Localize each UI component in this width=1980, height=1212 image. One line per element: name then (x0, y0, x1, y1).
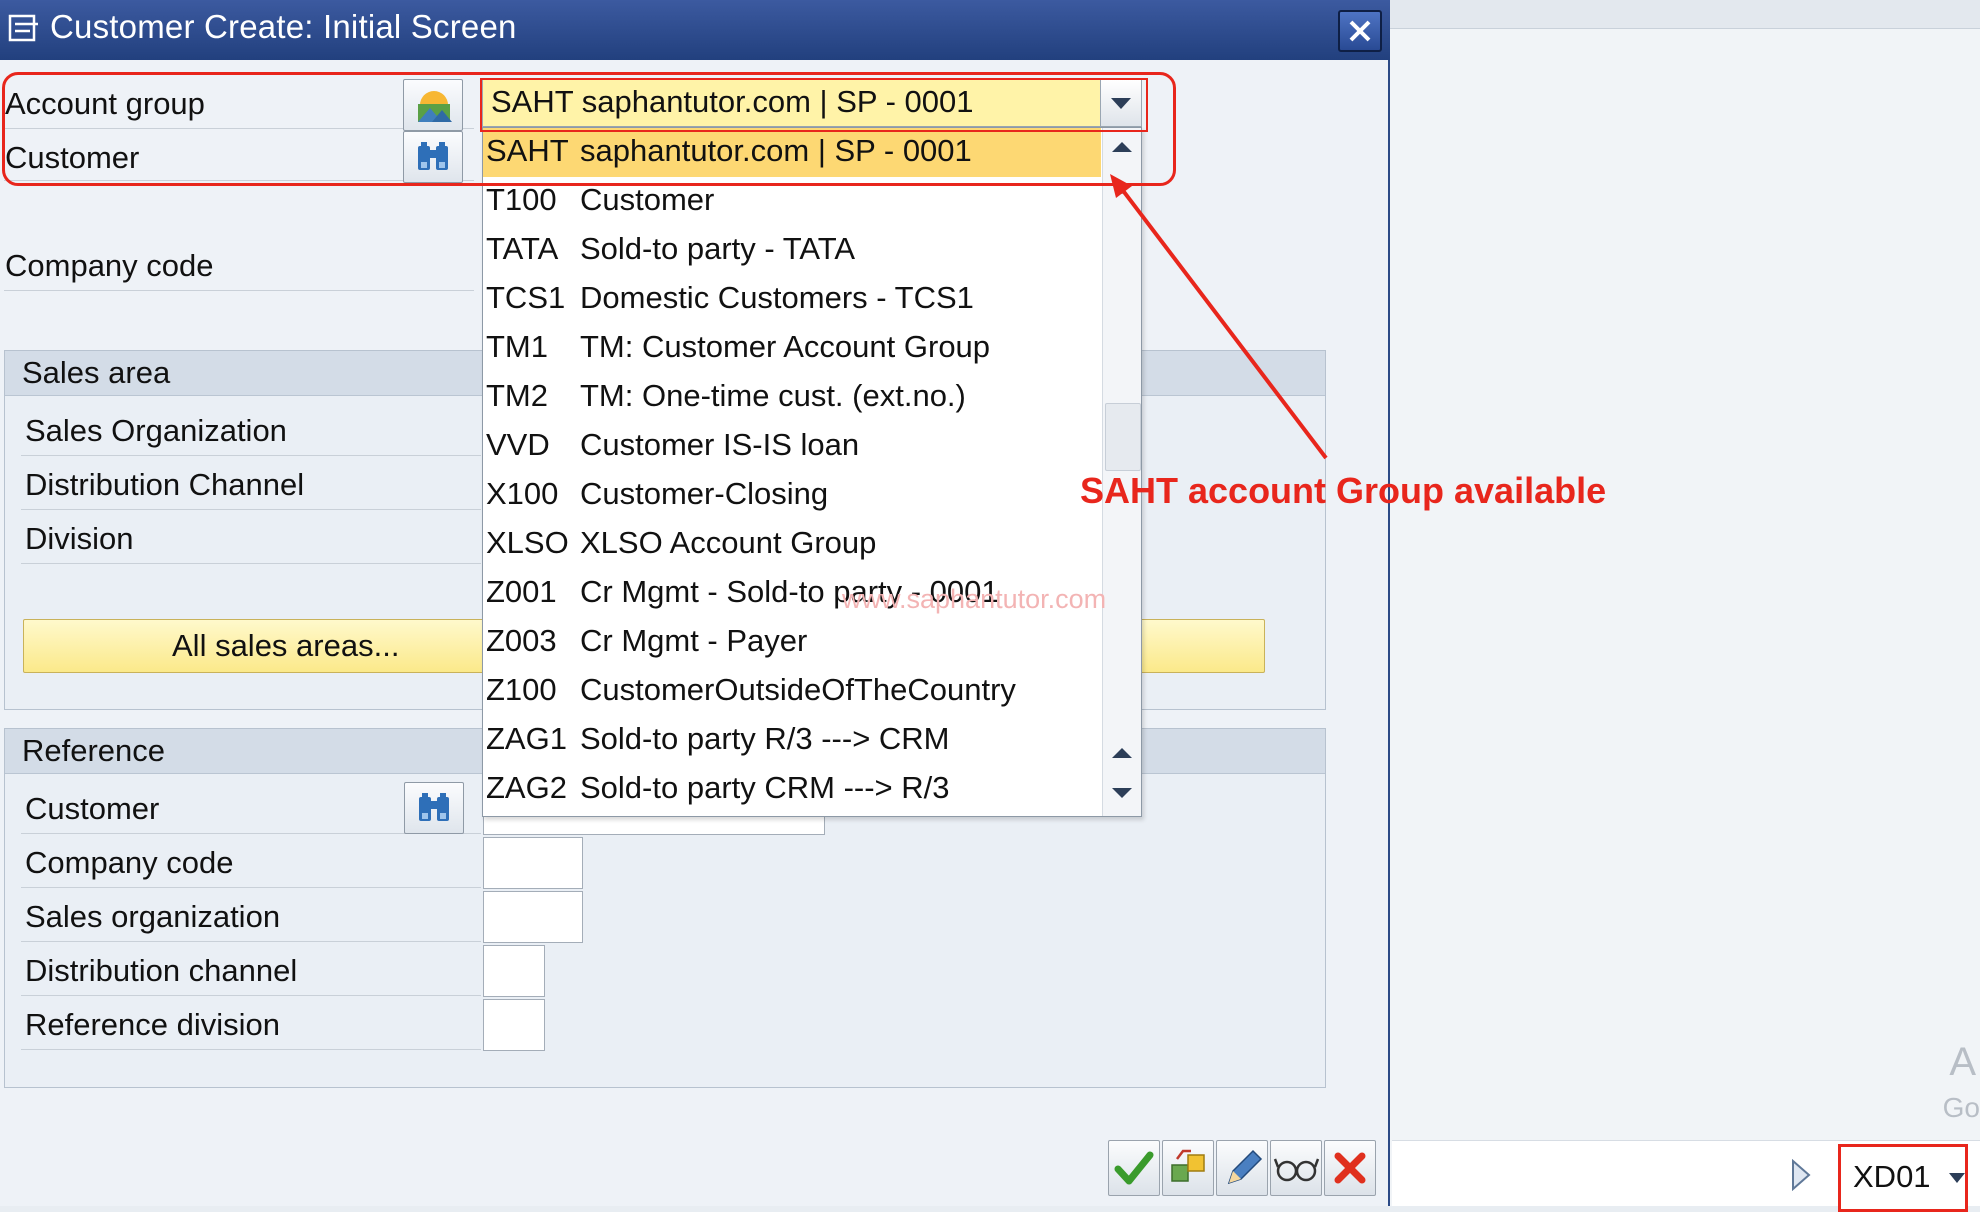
list-item[interactable]: X100 Customer-Closing (483, 471, 1101, 520)
close-button[interactable] (1338, 10, 1382, 52)
list-item-key: ZAG2 (486, 770, 567, 805)
highlight-box (480, 78, 1148, 132)
field-separator (21, 941, 481, 942)
reference-company-code-input[interactable] (483, 837, 583, 889)
watermark-text: www.saphantutor.com (842, 584, 1107, 614)
list-item[interactable]: Z100 CustomerOutsideOfTheCountry (483, 667, 1101, 716)
list-item-text: TM: One-time cust. (ext.no.) (580, 378, 966, 413)
list-item-text: Sold-to party R/3 ---> CRM (580, 721, 950, 756)
reference-division-input[interactable] (483, 999, 545, 1051)
list-item-key: T100 (486, 182, 557, 217)
list-item-key: Z003 (486, 623, 557, 658)
tcode-field[interactable]: XD01 (1838, 1144, 1968, 1212)
continue-button[interactable] (1108, 1140, 1160, 1196)
close-icon (1349, 20, 1371, 42)
reference-division-label: Reference division (25, 1007, 281, 1042)
list-item-text: XLSO Account Group (580, 525, 877, 560)
reference-distribution-channel-input[interactable] (483, 945, 545, 997)
scroll-up-icon[interactable] (1104, 736, 1140, 772)
list-item[interactable]: ZAG2 Sold-to party CRM ---> R/3 (483, 765, 1101, 814)
reference-sales-organization-input[interactable] (483, 891, 583, 943)
all-sales-areas-label: All sales areas... (172, 628, 400, 663)
list-item-text: CustomerOutsideOfTheCountry (580, 672, 1016, 707)
company-code-label: Company code (5, 248, 214, 283)
list-item-text: Sold-to party - TATA (580, 231, 856, 266)
annotation-label: SAHT account Group available (1080, 470, 1607, 511)
list-item[interactable]: TM2 TM: One-time cust. (ext.no.) (483, 373, 1101, 422)
list-item-key: TM1 (486, 329, 548, 364)
edit-pencil-icon (1227, 1149, 1263, 1185)
field-separator (21, 455, 481, 456)
checkmark-icon (1114, 1151, 1154, 1185)
edit-button[interactable] (1216, 1140, 1268, 1196)
list-item-text: Customer-Closing (580, 476, 829, 511)
list-item-key: XLSO (486, 525, 569, 560)
list-item[interactable]: VVD Customer IS-IS loan (483, 422, 1101, 471)
list-item-key: X100 (486, 476, 559, 511)
list-item-key: Z001 (486, 574, 557, 609)
field-separator (21, 887, 481, 888)
dialog-icon (8, 14, 38, 42)
background-fragment: Go (1942, 1092, 1980, 1123)
list-item[interactable]: TM1 TM: Customer Account Group (483, 324, 1101, 373)
tcode-value: XD01 (1853, 1159, 1931, 1194)
reference-sales-organization-label: Sales organization (25, 899, 281, 934)
field-separator (4, 290, 474, 291)
play-arrow-icon[interactable] (1790, 1159, 1812, 1191)
window-title: Customer Create: Initial Screen (50, 8, 517, 45)
field-separator (21, 1049, 481, 1050)
list-item[interactable]: ZAG1 Sold-to party R/3 ---> CRM (483, 716, 1101, 765)
field-separator (21, 563, 481, 564)
scroll-down-icon[interactable] (1104, 776, 1140, 812)
other-object-button[interactable] (1162, 1140, 1214, 1196)
list-item-key: VVD (486, 427, 550, 462)
list-item[interactable]: TCS1 Domestic Customers - TCS1 (483, 275, 1101, 324)
reference-title: Reference (22, 733, 166, 768)
cancel-button[interactable] (1324, 1140, 1376, 1196)
reference-customer-label: Customer (25, 791, 160, 826)
list-item-text: Customer (580, 182, 715, 217)
reference-company-code-label: Company code (25, 845, 234, 880)
account-group-listbox: SAHT saphantutor.com | SP - 0001 T100 Cus… (482, 127, 1142, 817)
background-window: A Go (1390, 0, 1980, 1206)
list-item[interactable]: TATA Sold-to party - TATA (483, 226, 1101, 275)
sales-organization-label: Sales Organization (25, 413, 287, 448)
list-item-text: Customer IS-IS loan (580, 427, 860, 462)
display-button[interactable] (1270, 1140, 1322, 1196)
list-item-text: Cr Mgmt - Payer (580, 623, 808, 658)
list-item-text: Sold-to party CRM ---> R/3 (580, 770, 950, 805)
field-separator (21, 509, 481, 510)
list-item-key: TATA (486, 231, 559, 266)
binoculars-icon (419, 793, 449, 821)
division-label: Division (25, 521, 134, 556)
cancel-x-icon (1334, 1152, 1366, 1184)
reference-distribution-channel-label: Distribution channel (25, 953, 298, 988)
background-fragment: A (1949, 1040, 1976, 1084)
list-item-key: TM2 (486, 378, 548, 413)
tcode-dropdown-icon[interactable] (1949, 1173, 1965, 1185)
list-item[interactable]: XLSO XLSO Account Group (483, 520, 1101, 569)
other-object-icon (1171, 1149, 1205, 1182)
list-item-key: TCS1 (486, 280, 566, 315)
field-separator (21, 995, 481, 996)
list-item-text: TM: Customer Account Group (580, 329, 991, 364)
title-bar: Customer Create: Initial Screen (0, 0, 1390, 60)
annotation-arrow (1110, 174, 1328, 460)
background-toolbar (1390, 0, 1980, 29)
list-item-text: Domestic Customers - TCS1 (580, 280, 974, 315)
reference-customer-search-button[interactable] (404, 782, 464, 834)
distribution-channel-label: Distribution Channel (25, 467, 305, 502)
list-item[interactable]: Z003 Cr Mgmt - Payer (483, 618, 1101, 667)
list-item-key: ZAG1 (486, 721, 567, 756)
glasses-icon (1273, 1158, 1320, 1182)
sales-area-title: Sales area (22, 355, 171, 390)
list-item-key: Z100 (486, 672, 557, 707)
